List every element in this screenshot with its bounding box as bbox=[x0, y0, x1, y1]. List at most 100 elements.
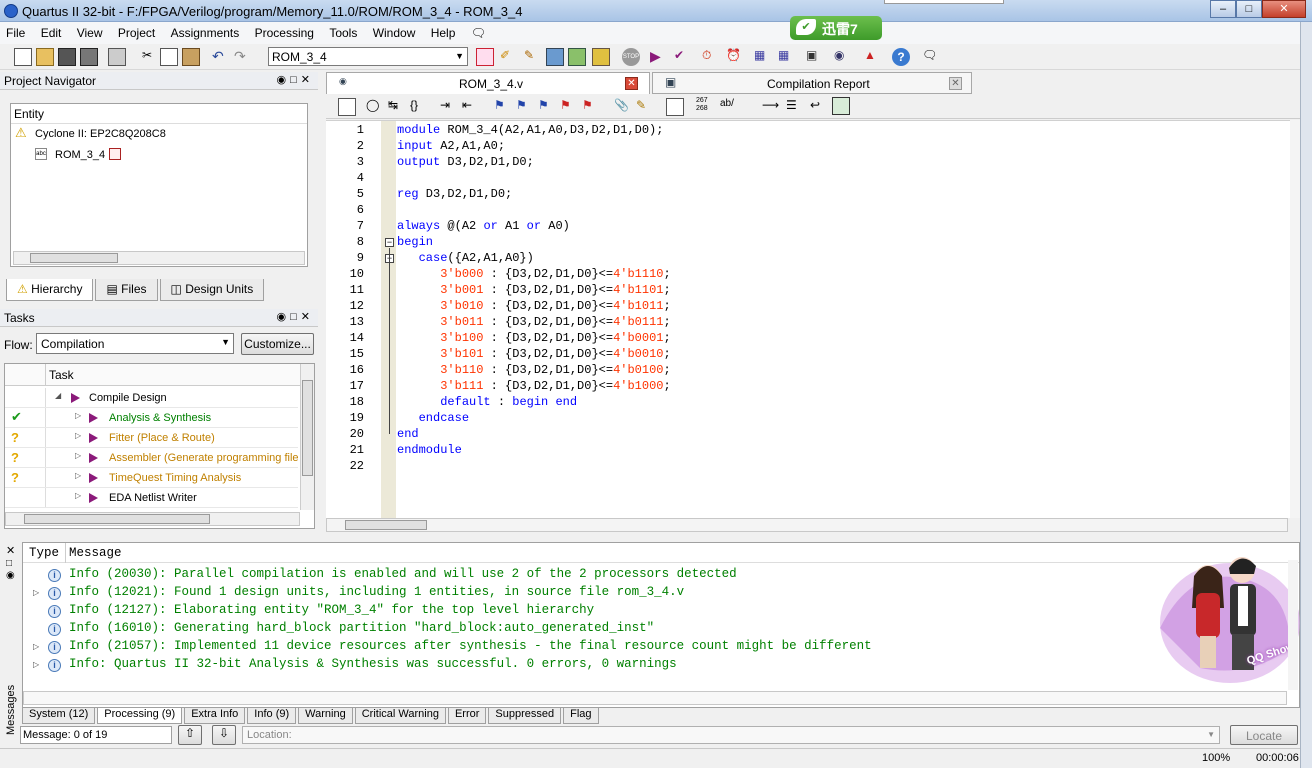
line-numbers-icon[interactable]: 267 268 bbox=[696, 97, 714, 115]
start-compilation-icon[interactable]: ▶ bbox=[650, 48, 668, 66]
panel-controls-icon[interactable]: ◉□✕ bbox=[277, 73, 314, 86]
menu-view[interactable]: View bbox=[71, 22, 109, 40]
project-navigator-toggle-icon[interactable] bbox=[476, 48, 494, 66]
device-label[interactable]: Cyclone II: EP2C8Q208C8 bbox=[35, 128, 166, 140]
insert-file-icon[interactable] bbox=[666, 98, 684, 116]
expand-arrow-icon[interactable]: ▷ bbox=[75, 411, 81, 420]
timequest-icon[interactable]: ⏰ bbox=[726, 48, 744, 66]
toggle-view-icon[interactable] bbox=[832, 97, 850, 115]
message-tab[interactable]: Flag bbox=[563, 708, 599, 724]
messages-vscroll[interactable] bbox=[1288, 560, 1298, 690]
task-row[interactable]: ✔ ▷ Analysis & Synthesis bbox=[5, 408, 298, 428]
menu-processing[interactable]: Processing bbox=[249, 22, 320, 40]
goto-line-icon[interactable]: {} bbox=[410, 98, 428, 116]
next-bookmark-icon[interactable]: ⚑ bbox=[538, 98, 556, 116]
message-tab[interactable]: Critical Warning bbox=[354, 708, 446, 724]
code-editor[interactable]: 1 2 3 4 5 6 7 8 9 10 11 12 13 14 15 16 17 18 19 20 21 22 modu… bbox=[326, 120, 1300, 519]
unindent-icon[interactable]: ⇤ bbox=[462, 98, 480, 116]
whats-this-icon[interactable]: 🗨 bbox=[922, 48, 940, 66]
menu-assignments[interactable]: Assignments bbox=[165, 22, 246, 40]
tasks-vscroll[interactable] bbox=[300, 364, 314, 510]
message-tab[interactable]: Extra Info bbox=[184, 708, 246, 724]
tab-rom-3-4-v[interactable]: ◉ ROM_3_4.v ✕ bbox=[326, 72, 650, 94]
editor-hscroll-thumb[interactable] bbox=[345, 520, 427, 530]
top-entity-label[interactable]: ROM_3_4 bbox=[55, 149, 105, 161]
message-tab[interactable]: Suppressed bbox=[488, 708, 562, 724]
qqshow-widget[interactable]: QQ Show bbox=[1150, 548, 1300, 688]
entity-hscroll[interactable] bbox=[13, 251, 305, 265]
maximize-button[interactable]: □ bbox=[1236, 0, 1262, 18]
new-file-icon[interactable] bbox=[14, 48, 32, 66]
menu-edit[interactable]: Edit bbox=[35, 22, 68, 40]
message-tab[interactable]: Error bbox=[447, 708, 487, 724]
message-tab[interactable]: Processing (9) bbox=[97, 708, 183, 724]
minimize-button[interactable]: – bbox=[1210, 0, 1236, 18]
location-field[interactable]: Location: ▼ bbox=[242, 726, 1220, 744]
message-line[interactable]: Info (16010): Generating hard_block part… bbox=[69, 621, 654, 635]
tab-design-units[interactable]: ◫ Design Units bbox=[159, 279, 265, 301]
tasks-hscroll-thumb[interactable] bbox=[24, 514, 210, 524]
task-row[interactable]: ? ▷ TimeQuest Timing Analysis bbox=[5, 468, 298, 488]
message-tab[interactable]: Warning bbox=[298, 708, 353, 724]
task-row[interactable]: ◢ Compile Design bbox=[5, 388, 298, 408]
tasks-vscroll-thumb[interactable] bbox=[302, 380, 313, 476]
message-line[interactable]: Info (21057): Implemented 11 device reso… bbox=[69, 639, 872, 653]
help-balloon-icon[interactable]: 🗨 bbox=[465, 22, 492, 40]
message-line[interactable]: Info: Quartus II 32-bit Analysis & Synth… bbox=[69, 657, 677, 671]
expand-arrow-icon[interactable]: ▷ bbox=[75, 491, 81, 500]
format-icon[interactable]: ↩ bbox=[810, 98, 828, 116]
indent-icon[interactable]: ⇥ bbox=[440, 98, 458, 116]
spell-check-icon[interactable]: ab/ bbox=[720, 98, 738, 116]
task-row[interactable]: ? ▷ Fitter (Place & Route) bbox=[5, 428, 298, 448]
clear-bookmark-icon[interactable]: ⚑ bbox=[560, 98, 578, 116]
editor-vscroll[interactable] bbox=[1290, 120, 1300, 518]
expand-arrow-icon[interactable]: ▷ bbox=[75, 431, 81, 440]
editor-hscroll[interactable] bbox=[326, 518, 1288, 532]
messages-float-icon[interactable]: □ bbox=[6, 558, 12, 569]
insert-template-icon[interactable]: ✎ bbox=[636, 98, 654, 116]
message-expand-icon[interactable]: ▷ bbox=[33, 660, 39, 669]
fold-toggle-icon[interactable]: − bbox=[385, 238, 394, 247]
entity-combo[interactable]: ROM_3_4 ▼ bbox=[268, 47, 468, 66]
menu-window[interactable]: Window bbox=[367, 22, 422, 40]
compilation-report-icon[interactable]: ▣ bbox=[806, 48, 824, 66]
menu-file[interactable]: File bbox=[0, 22, 31, 40]
task-row[interactable]: ▷ EDA Netlist Writer bbox=[5, 488, 298, 508]
tab-files[interactable]: ▤ Files bbox=[95, 279, 158, 301]
wrap-icon[interactable]: ⟶ bbox=[762, 98, 780, 116]
menu-project[interactable]: Project bbox=[112, 22, 161, 40]
chip-planner-icon[interactable] bbox=[568, 48, 586, 66]
tasks-hscroll[interactable] bbox=[5, 512, 300, 526]
analysis-elaboration-icon[interactable]: ✔ bbox=[674, 48, 692, 66]
customize-button[interactable]: Customize... bbox=[241, 333, 314, 355]
editor-window-icon[interactable] bbox=[338, 98, 356, 116]
tab-compilation-report[interactable]: ▣ Compilation Report ✕ bbox=[652, 72, 972, 94]
previous-message-button[interactable]: ⇧ bbox=[178, 725, 202, 745]
message-line[interactable]: Info (20030): Parallel compilation is en… bbox=[69, 567, 737, 581]
programmer-icon[interactable]: ▲ bbox=[864, 48, 882, 66]
bookmark-icon[interactable]: ⚑ bbox=[494, 98, 512, 116]
message-tab[interactable]: System (12) bbox=[22, 708, 96, 724]
settings-icon[interactable] bbox=[546, 48, 564, 66]
find-replace-icon[interactable]: ↹ bbox=[388, 98, 406, 116]
clear-all-bookmarks-icon[interactable]: ⚑ bbox=[582, 98, 600, 116]
attach-icon[interactable]: 📎 bbox=[614, 98, 632, 116]
print-icon[interactable] bbox=[108, 48, 126, 66]
xunlei-floating-widget[interactable]: ✔ 迅雷7 bbox=[790, 16, 882, 40]
tasks-panel-controls-icon[interactable]: ◉□✕ bbox=[277, 310, 314, 323]
task-row[interactable]: ? ▷ Assembler (Generate programming files) bbox=[5, 448, 298, 468]
entity-hscroll-thumb[interactable] bbox=[30, 253, 118, 263]
paste-icon[interactable] bbox=[182, 48, 200, 66]
close-tab-icon[interactable]: ✕ bbox=[625, 77, 638, 90]
message-expand-icon[interactable]: ▷ bbox=[33, 642, 39, 651]
expand-arrow-icon[interactable]: ◢ bbox=[55, 391, 61, 400]
find-icon[interactable]: ◯ bbox=[366, 98, 384, 116]
timing-analysis-icon[interactable]: ⏱ bbox=[702, 48, 720, 66]
next-message-button[interactable]: ⇩ bbox=[212, 725, 236, 745]
close-report-tab-icon[interactable]: ✕ bbox=[949, 77, 962, 90]
message-expand-icon[interactable]: ▷ bbox=[33, 588, 39, 597]
menu-help[interactable]: Help bbox=[425, 22, 462, 40]
message-tab[interactable]: Info (9) bbox=[247, 708, 297, 724]
undo-icon[interactable]: ↶ bbox=[212, 48, 230, 66]
assignment-editor-icon[interactable]: ✎ bbox=[524, 48, 542, 66]
